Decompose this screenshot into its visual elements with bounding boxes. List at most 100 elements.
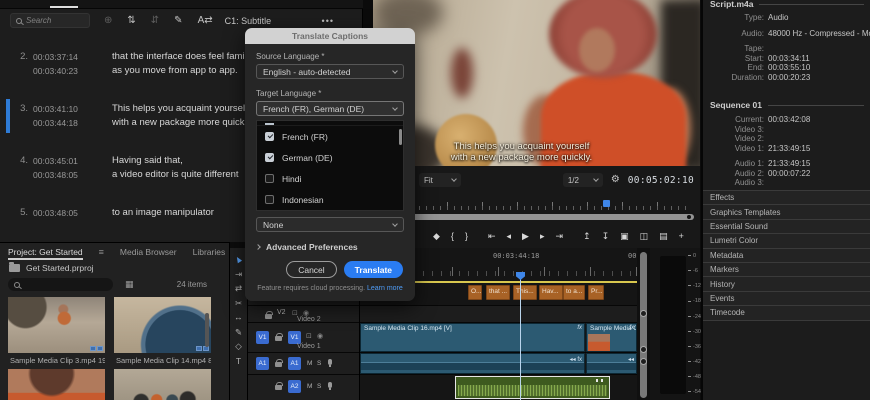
lock-icon[interactable] [265,314,272,319]
language-option[interactable]: Hindi [257,168,403,189]
collapsed-panel-header[interactable]: Lumetri Color [703,233,870,247]
comparison-view-icon[interactable]: ◫ [640,232,649,241]
voice-over-record-icon[interactable] [328,382,332,388]
pen-tool-icon[interactable]: ✎ [235,328,242,337]
language-option[interactable]: German (DE) [257,147,403,168]
mute-button[interactable]: M [307,360,312,367]
checkbox-icon[interactable] [265,153,274,162]
track-a1[interactable]: ◂◂ fx ◂◂ [360,352,637,374]
collapsed-panel-header[interactable]: Effects [703,190,870,204]
clip-thumbnail[interactable] [114,369,211,400]
checkbox-icon[interactable] [265,174,274,183]
export-frame-icon[interactable]: ▣ [620,232,629,241]
project-search-box[interactable] [8,278,113,291]
playhead-marker[interactable] [603,200,610,207]
caption-clip[interactable]: to a... [563,285,585,300]
selected-audio-clip[interactable] [455,376,610,399]
vertical-scrollbar[interactable] [640,252,647,398]
multi-view-icon[interactable]: ▤ [659,232,668,241]
checkbox-icon[interactable] [265,195,274,204]
selection-tool-icon[interactable]: ▲ [234,255,242,264]
razor-tool-icon[interactable]: ✂ [235,299,242,308]
ripple-edit-tool-icon[interactable]: ⇄ [235,284,242,293]
track-resize-knob[interactable] [640,310,647,317]
monitor-time-ruler[interactable] [377,200,690,210]
mark-out-icon[interactable]: } [465,232,468,241]
track-header-a1[interactable]: A1 A1 M S [248,352,359,374]
grid-view-icon[interactable]: ▦ [125,279,134,290]
tab-libraries[interactable]: Libraries [193,247,226,257]
collapsed-panel-header[interactable]: Events [703,291,870,305]
zoom-level-dropdown[interactable]: Fit [419,173,461,187]
caption-clip[interactable]: Hav... [539,285,563,300]
collapsed-panel-header[interactable]: Markers [703,262,870,276]
captions-search-box[interactable] [10,13,90,28]
edit-caption-icon[interactable]: ✎ [174,16,182,26]
track-target-v2[interactable]: V2 [277,309,286,316]
track-header-v1[interactable]: V1 V1 ⊡ ◉ Video 1 [248,322,359,352]
caption-clip[interactable]: This... [513,285,537,300]
go-to-out-icon[interactable]: ⇥ [555,232,563,241]
translate-button[interactable]: Translate [344,261,403,278]
video-clip[interactable]: Sample Media Clip 16.mp4 [V] fx [360,323,585,352]
slip-tool-icon[interactable]: ↔ [234,313,243,322]
dialog-title[interactable]: Translate Captions [245,28,415,44]
track-visibility-icon[interactable]: ◉ [317,332,323,340]
extract-icon[interactable]: ↧ [602,232,610,241]
caption-track-selector[interactable]: C1: Subtitle [225,16,272,26]
lock-icon[interactable] [275,336,282,341]
scrollbar[interactable] [205,313,209,347]
captions-search-input[interactable] [26,16,81,25]
track-header-v2[interactable]: V2 ⊡ ◉ Video 2 [248,305,359,322]
track-header-a2[interactable]: A2 M S [248,374,359,400]
program-video-frame[interactable]: This helps you acquaint yourself with a … [373,0,700,166]
playhead-handle[interactable] [516,272,525,280]
collapsed-panel-header[interactable]: History [703,276,870,290]
track-a2[interactable] [360,374,637,400]
collapsed-panel-header[interactable]: Graphics Templates [703,204,870,218]
track-v2[interactable] [360,305,637,322]
track-resize-knob[interactable] [640,358,647,365]
track-select-forward-tool-icon[interactable]: ⇥ [235,270,242,279]
merge-captions-icon[interactable]: ⇵ [151,16,159,26]
target-language-dropdown[interactable]: French (FR), German (DE) [256,101,404,116]
split-caption-icon[interactable]: ⇅ [127,16,135,26]
source-patch-v1[interactable]: V1 [256,331,269,344]
tab-project[interactable]: Project: Get Started [8,247,83,257]
language-option[interactable]: Indonesian [257,189,403,210]
tab-media-browser[interactable]: Media Browser [120,247,177,257]
panel-tab-bar[interactable] [0,0,363,9]
sync-lock-icon[interactable]: ⊡ [306,332,312,340]
lock-icon[interactable] [275,362,282,367]
learn-more-link[interactable]: Learn more [367,285,403,292]
clip-thumbnail[interactable] [8,297,105,353]
caption-clip[interactable]: O... [468,285,482,300]
video-clip[interactable]: Sample Media Clip 1... fx [586,323,637,352]
step-forward-icon[interactable]: ▸ [540,232,545,241]
clip-thumbnail[interactable] [8,369,105,400]
caption-clip[interactable]: that ... [486,285,510,300]
caption-preset-dropdown[interactable]: None [256,217,404,232]
add-caption-icon[interactable]: ⊕ [104,16,112,26]
playback-resolution-dropdown[interactable]: 1/2 [563,173,603,187]
settings-wrench-icon[interactable]: ⚙ [611,175,620,185]
advanced-preferences-toggle[interactable]: Advanced Preferences [256,242,404,252]
language-option[interactable]: French (FR) [257,126,403,147]
cancel-button[interactable]: Cancel [286,261,336,278]
track-target-a1[interactable]: A1 [288,357,301,370]
track-resize-knob[interactable] [640,346,647,353]
mute-button[interactable]: M [307,383,312,390]
checkbox-icon[interactable] [265,132,274,141]
lift-icon[interactable]: ↥ [583,232,591,241]
audio-clip[interactable]: ◂◂ [586,353,637,374]
panel-menu-icon[interactable]: ≡ [99,247,104,257]
type-tool-icon[interactable]: T [236,357,241,366]
button-editor-icon[interactable]: + [679,232,684,241]
clip-thumbnail[interactable] [114,297,211,353]
collapsed-panel-header[interactable]: Metadata [703,248,870,262]
play-icon[interactable]: ▶ [522,232,529,241]
monitor-scrollbar[interactable] [373,214,694,220]
audio-clip[interactable]: ◂◂ fx [360,353,585,374]
voice-over-record-icon[interactable] [328,359,332,365]
source-patch-a1[interactable]: A1 [256,357,269,370]
